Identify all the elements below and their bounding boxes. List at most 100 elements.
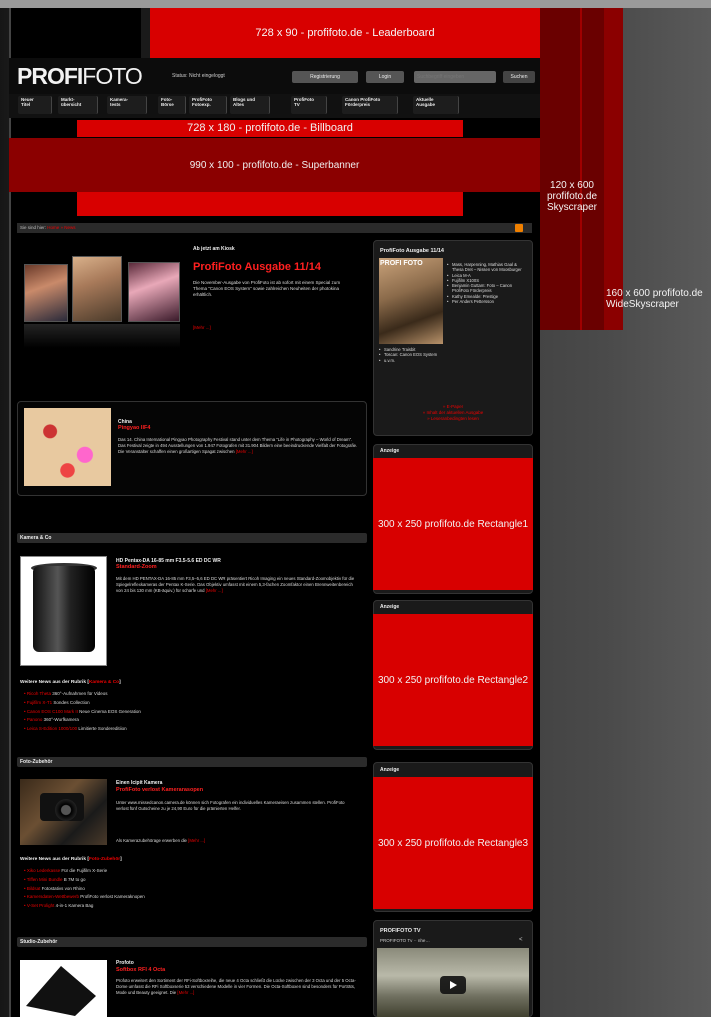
camera-more-link[interactable]: [Mehr ...]: [188, 838, 205, 843]
section-header-studio: Studio-Zubehör: [17, 937, 367, 947]
list-item-link[interactable]: Panono: [27, 717, 43, 722]
list-item-text: Sondes Collection: [52, 699, 90, 705]
camera-text2-body: Als Kamerazubehörage erwerben die: [116, 838, 187, 843]
list-item-link[interactable]: Ricoh Theta: [27, 691, 51, 696]
issue-title[interactable]: ProfiFoto Ausgabe 11/14: [193, 261, 321, 273]
issue-kicker: Ab jetzt am Kiosk: [193, 246, 235, 252]
current-issue-logo: PROFI FOTO: [380, 260, 423, 267]
billboard-ad[interactable]: 728 x 180 - profifoto.de - Billboard: [77, 120, 463, 137]
softbox-text: Profoto erweitert den Sortiment der RFi-…: [116, 978, 356, 996]
ad-label-2: Anzeige: [380, 604, 400, 610]
search-input[interactable]: [414, 71, 496, 83]
nav-item-foerderpreis[interactable]: Canon ProfiFoto Förderpreis: [342, 96, 398, 114]
superbanner-ad[interactable]: 990 x 100 - profifoto.de - Superbanner: [9, 138, 540, 192]
register-button[interactable]: Registrierung: [292, 71, 358, 83]
skyscraper-label: 120 x 600 profifoto.de Skyscraper: [546, 180, 598, 213]
list-item[interactable]: • Kamersdaten-Wettbewerb ProfiFoto verlo…: [24, 893, 145, 902]
current-issue-contents-more: Sandrine Traisbit Toscan: Canon EOS Syst…: [379, 347, 519, 363]
list-item[interactable]: • Leica S-Edition 1000/100 Limitierte So…: [24, 725, 141, 734]
site-logo[interactable]: PROFIFOTO: [17, 63, 143, 89]
more-kamera-rubric[interactable]: Kamera & Co: [89, 680, 119, 685]
issue-more-link[interactable]: [Mehr ...]: [193, 325, 211, 330]
list-item-link[interactable]: V-Set Prolight: [27, 903, 55, 908]
current-issue-head: ProfiFoto Ausgabe 11/14: [380, 248, 444, 254]
reader-link[interactable]: » Leseranbedingten lesen: [373, 416, 533, 422]
nav-item-aktuelle-ausgabe[interactable]: Aktuelle Ausgabe: [413, 96, 459, 114]
list-item-text: B 7M to go: [62, 876, 86, 882]
softbox-kicker: Profoto: [116, 960, 134, 966]
list-item-link[interactable]: Kamersdaten-Wettbewerb: [27, 894, 79, 899]
breadcrumb-prefix: Sie sind hier:: [20, 225, 47, 230]
list-item-link[interactable]: Canon EOS C100 Mark II: [27, 709, 78, 714]
current-issue-contents: Mass, Harpenning, Mathias Gaal & Thesa D…: [447, 262, 529, 305]
rectangle-ad-3[interactable]: 300 x 250 profifoto.de Rectangle3: [373, 777, 533, 909]
china-more-link[interactable]: [Mehr ...]: [236, 449, 253, 454]
camera-title[interactable]: ProfiFoto verlost Kamerarasopen: [116, 787, 203, 793]
lens-more-link[interactable]: [Mehr ...]: [206, 588, 223, 593]
lens-title[interactable]: Standard-Zoom: [116, 564, 157, 570]
nav-item-fotoboerse[interactable]: Foto-Börse: [158, 96, 186, 114]
issue-text: Die November-Ausgabe von ProfiFoto ist a…: [193, 280, 341, 297]
play-icon: [450, 981, 457, 989]
list-item-link[interactable]: Bildsat: [27, 886, 41, 891]
tv-video-title[interactable]: PROFIFOTO Tv ·· nhe…: [380, 938, 430, 943]
more-news-kamera-head: Weitere News aus der Rubrik [Kamera & Co…: [20, 680, 121, 685]
camera-text: Unter www.missedcanon.camera.de können s…: [116, 800, 345, 811]
list-item[interactable]: • Xiko Lederkasse Für die Fujifilm X-Ser…: [24, 867, 145, 876]
list-item-link[interactable]: Leica S-Edition 1000/100: [27, 726, 77, 731]
wide-skyscraper-label: 160 x 600 profifoto.de WideSkyscraper: [606, 288, 703, 310]
list-item[interactable]: • Bildsat Fotostativs von Rhino: [24, 885, 145, 894]
list-item[interactable]: • Panono 360°-Wurfkamera: [24, 716, 141, 725]
list-item[interactable]: • V-Set Prolight 4-in-1 Kamera Bag: [24, 902, 145, 911]
camera-kicker: Einen Icipit Kamera: [116, 780, 163, 786]
rectangle-ad-2[interactable]: 300 x 250 profifoto.de Rectangle2: [373, 614, 533, 746]
ad-label-1: Anzeige: [380, 448, 400, 454]
breadcrumb: Sie sind hier: Home » News: [17, 223, 532, 233]
wide-skyscraper-ad[interactable]: [604, 8, 623, 330]
more-kamera-prefix: Weitere News aus der Rubrik: [20, 680, 87, 685]
more-news-foto-list: • Xiko Lederkasse Für die Fujifilm X-Ser…: [24, 867, 145, 911]
breadcrumb-path[interactable]: Home » News: [47, 225, 75, 230]
list-item[interactable]: • Tiffen Mini Bundle B 7M to go: [24, 876, 145, 885]
list-item[interactable]: • Fujifilm X-T1 Sondes Collection: [24, 699, 141, 708]
china-title[interactable]: Pingyao IIF4: [118, 425, 150, 431]
softbox-title[interactable]: Softbox RFI 4 Octa: [116, 967, 165, 973]
current-issue-links: » E-Paper » Inhalt der aktuellen Ausgabe…: [373, 404, 533, 422]
list-item-text: Fotostativs von Rhino: [40, 885, 85, 891]
leaderboard-ad[interactable]: 728 x 90 - profifoto.de - Leaderboard: [150, 8, 540, 58]
current-issue-cover[interactable]: [379, 258, 443, 344]
logo-thin: FOTO: [82, 63, 142, 89]
list-item-text: 360°-Aufnahmen für Videos: [51, 691, 108, 696]
nav-item-kameratests[interactable]: Kamera-tests: [107, 96, 147, 114]
search-button[interactable]: Suchen: [503, 71, 535, 83]
rectangle-ad-1[interactable]: 300 x 250 profifoto.de Rectangle1: [373, 458, 533, 590]
nav-item-fotoexperten[interactable]: ProfiFoto Fotoexp.: [189, 96, 227, 114]
nav-item-neuer-titel[interactable]: Neuer Titel: [18, 96, 52, 114]
rss-icon[interactable]: [515, 224, 523, 232]
more-news-kamera-list: • Ricoh Theta 360°-Aufnahmen für Videos …: [24, 690, 141, 734]
camera-text2: Als Kamerazubehörage erwerben die [Mehr …: [116, 838, 205, 843]
list-item-link[interactable]: Xiko Lederkasse: [27, 868, 60, 873]
more-foto-rubric[interactable]: Foto-Zubehör: [89, 857, 120, 862]
login-status: Status: Nicht eingeloggt: [172, 73, 225, 79]
list-item-text: 360°-Wurfkamera: [42, 717, 79, 723]
list-item-link[interactable]: Fujifilm X-T1: [27, 700, 52, 705]
list-item: u.v.m.: [379, 358, 519, 364]
list-item: Benjamin Guttam: Foto – Canon ProfiFoto …: [447, 283, 529, 294]
list-item[interactable]: • Ricoh Theta 360°-Aufnahmen für Videos: [24, 690, 141, 699]
nav-item-blogs[interactable]: Blogs und Altes: [230, 96, 270, 114]
list-item: Per Anders Pettersson: [447, 299, 529, 305]
nav-item-tv[interactable]: ProfiFoto TV: [291, 96, 327, 114]
superbanner-extension: [77, 192, 463, 216]
list-item-link[interactable]: Tiffen Mini Bundle: [27, 877, 63, 882]
nav-item-marktuebersicht[interactable]: Markt-übersicht: [58, 96, 98, 114]
list-item-text: Limitierte Sondereditiion: [77, 726, 127, 732]
list-item[interactable]: • Canon EOS C100 Mark II Neue Cinema EOS…: [24, 708, 141, 717]
china-article-image[interactable]: [24, 408, 111, 486]
login-button[interactable]: Login: [366, 71, 404, 83]
share-icon[interactable]: <: [519, 937, 523, 943]
list-item-text: Für die Fujifilm X-Serie: [60, 868, 108, 873]
skyscraper-ad[interactable]: [540, 8, 604, 330]
softbox-more-link[interactable]: [Mehr ...]: [177, 990, 194, 995]
magazine-covers-image[interactable]: [24, 256, 184, 350]
